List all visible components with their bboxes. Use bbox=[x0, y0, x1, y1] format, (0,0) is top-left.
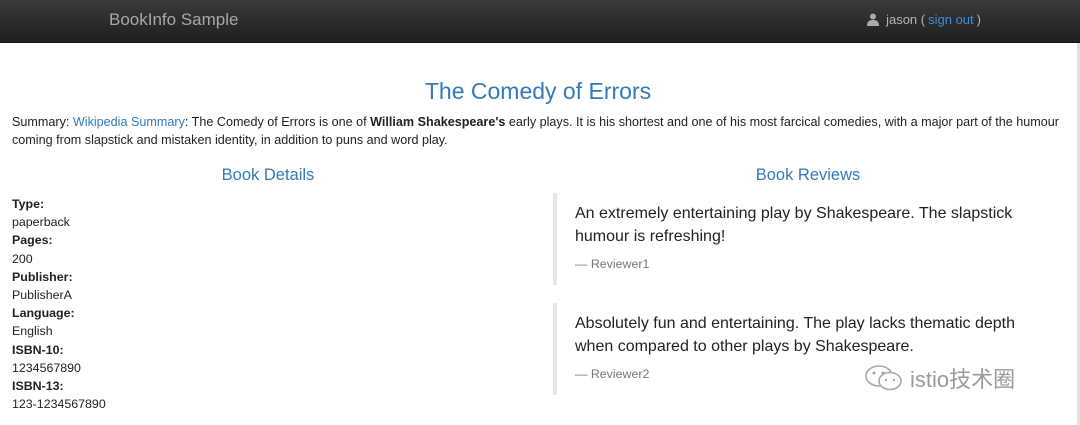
wechat-icon bbox=[865, 365, 902, 391]
review-text: An extremely entertaining play by Shakes… bbox=[575, 205, 1013, 245]
detail-value-isbn10: 1234567890 bbox=[12, 360, 81, 375]
detail-value-publisher: PublisherA bbox=[12, 288, 72, 303]
detail-label-publisher: Publisher: bbox=[12, 269, 73, 284]
username: jason bbox=[886, 12, 918, 27]
watermark-text: istio技术圈 bbox=[910, 367, 1016, 392]
review-author: — Reviewer1 bbox=[575, 257, 650, 271]
review-item: An extremely entertaining play by Shakes… bbox=[553, 193, 1043, 285]
book-details-heading: Book Details bbox=[221, 166, 315, 184]
page-title: The Comedy of Errors bbox=[424, 78, 652, 104]
sign-out-link[interactable]: sign out bbox=[928, 12, 974, 27]
wikipedia-summary-link[interactable]: Wikipedia Summary bbox=[73, 115, 185, 129]
book-reviews-heading: Book Reviews bbox=[755, 166, 861, 184]
detail-label-pages: Pages: bbox=[12, 233, 53, 248]
detail-label-isbn10: ISBN-10: bbox=[12, 342, 64, 357]
detail-label-isbn13: ISBN-13: bbox=[12, 379, 64, 394]
summary-label: Summary: bbox=[12, 115, 73, 129]
review-text: Absolutely fun and entertaining. The pla… bbox=[575, 315, 1015, 355]
navbar-brand[interactable]: BookInfo Sample bbox=[109, 10, 238, 30]
detail-value-isbn13: 123-1234567890 bbox=[12, 397, 106, 412]
detail-value-language: English bbox=[12, 324, 53, 339]
detail-label-type: Type: bbox=[12, 197, 45, 211]
book-summary: Summary: Wikipedia Summary: The Comedy o… bbox=[12, 113, 1062, 149]
user-icon bbox=[867, 13, 880, 26]
detail-value-type: paperback bbox=[12, 215, 70, 230]
book-details-list: Type: paperback Pages: 200 Publisher: Pu… bbox=[12, 195, 312, 413]
top-navbar: BookInfo Sample jason ( sign out ) bbox=[0, 0, 1080, 43]
detail-label-language: Language: bbox=[12, 306, 75, 321]
user-area: jason ( sign out ) bbox=[867, 12, 981, 27]
open-paren: ( bbox=[917, 12, 926, 27]
detail-value-pages: 200 bbox=[12, 251, 33, 266]
close-paren: ) bbox=[976, 12, 981, 27]
watermark: istio技术圈 bbox=[864, 362, 1015, 394]
summary-author: William Shakespeare's bbox=[370, 115, 506, 129]
summary-text-start: : The Comedy of Errors is one of bbox=[184, 115, 371, 129]
